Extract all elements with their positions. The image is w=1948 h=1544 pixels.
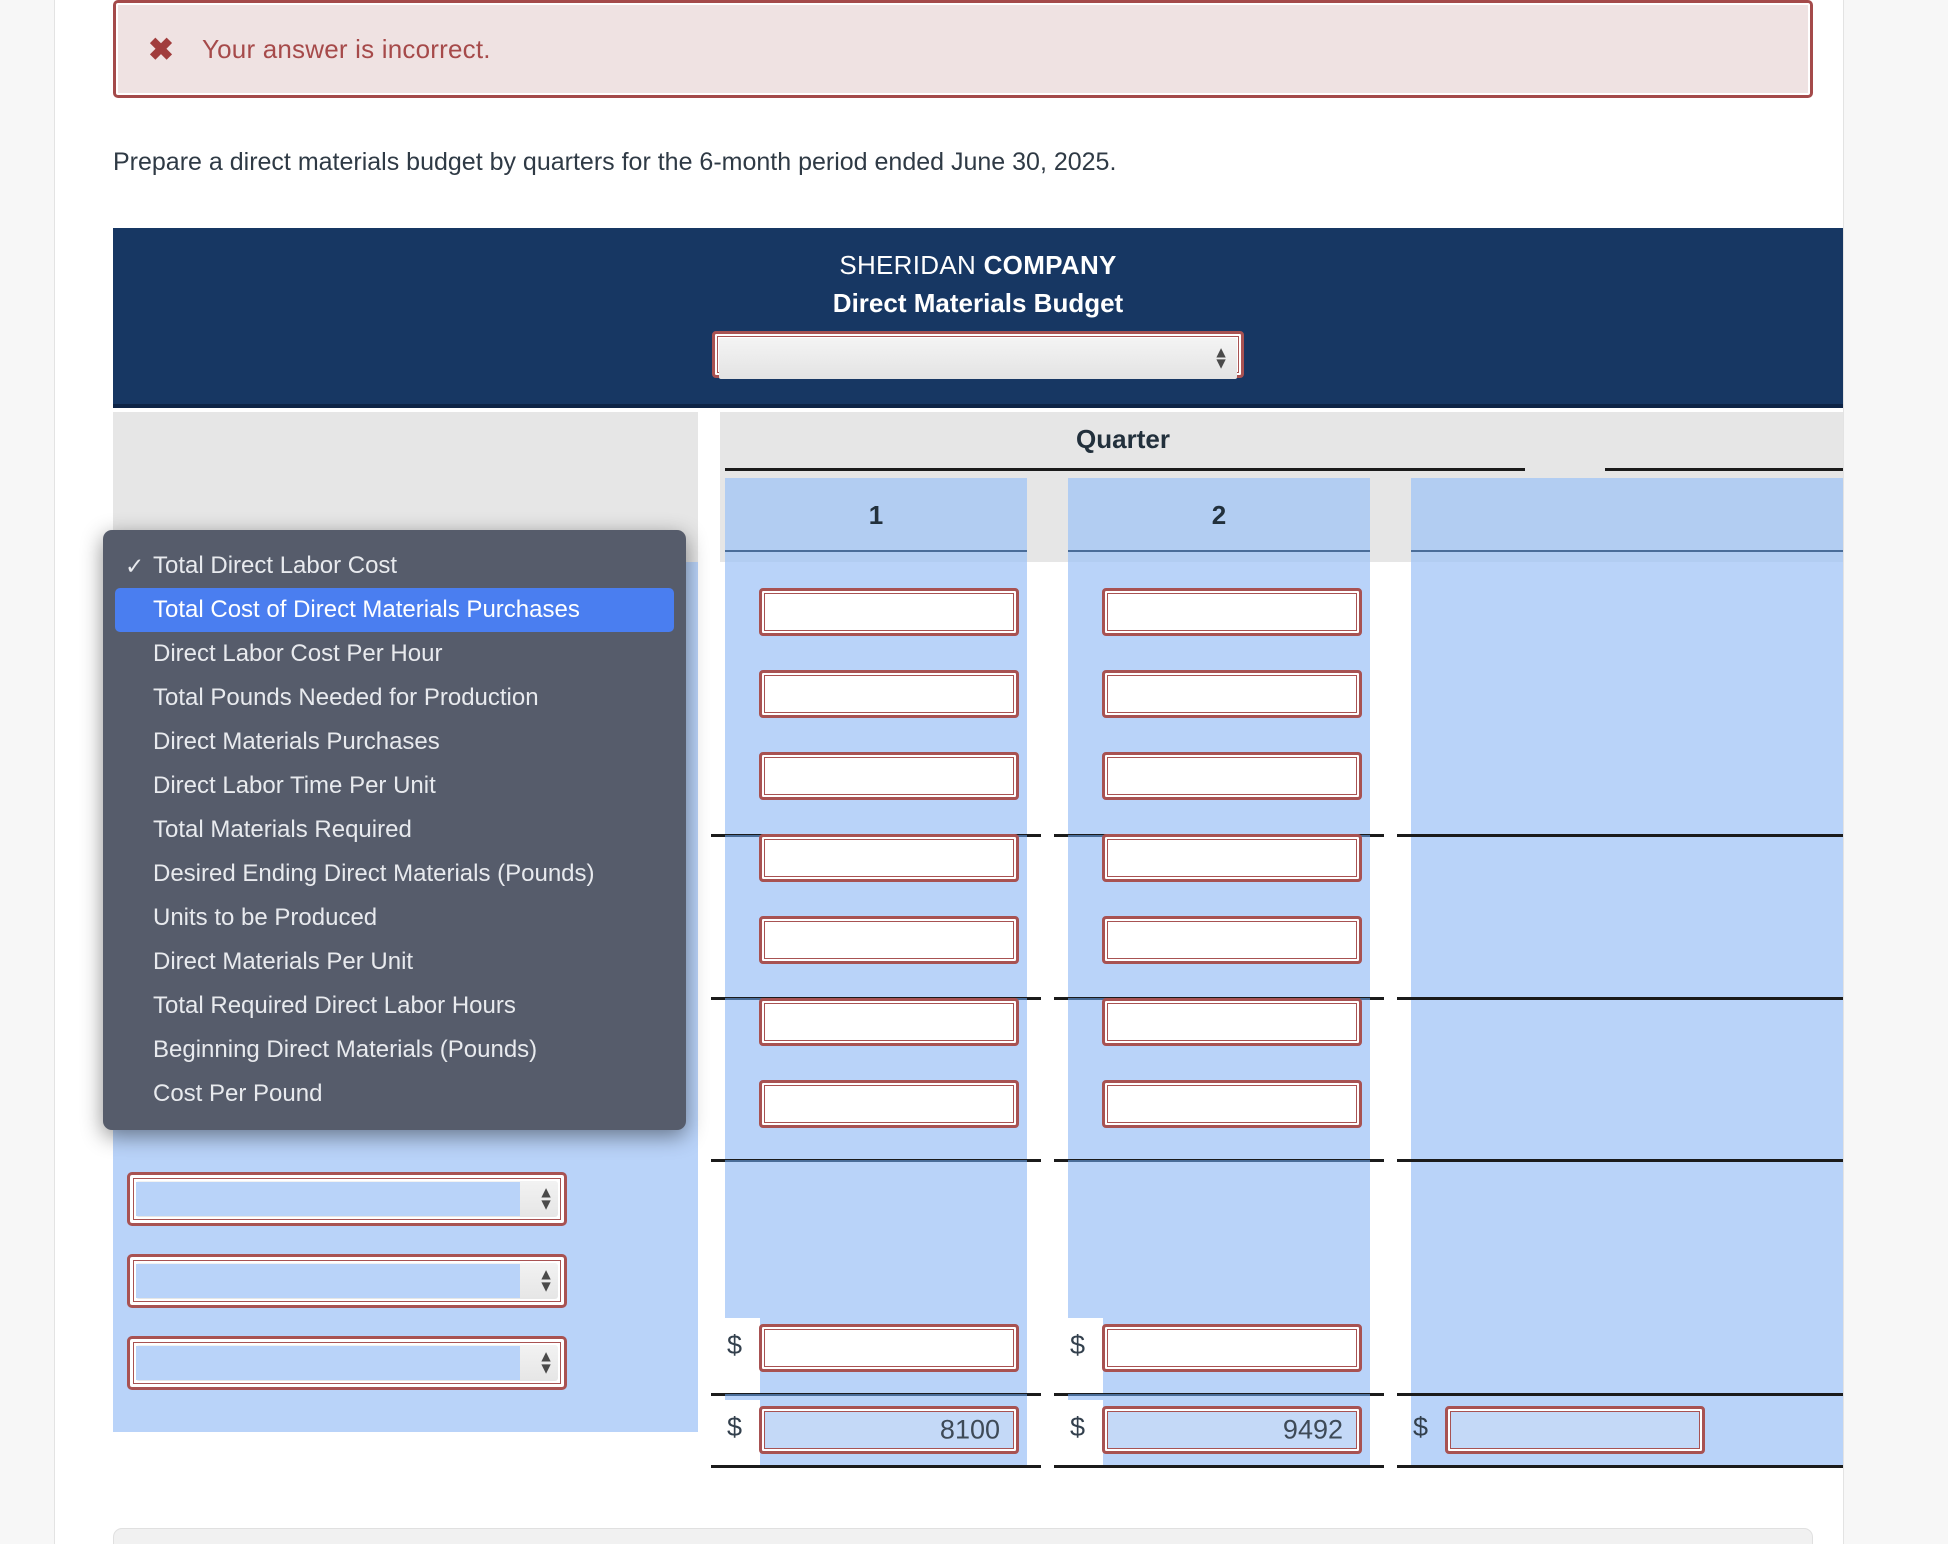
period-select-face: ▲ ▼ bbox=[719, 338, 1237, 379]
incorrect-answer-banner: ✖ Your answer is incorrect. bbox=[113, 0, 1813, 98]
dropdown-option-8[interactable]: Units to be Produced bbox=[103, 896, 686, 940]
q1-rule-3-soft bbox=[725, 1160, 1027, 1162]
q2-input-4[interactable] bbox=[1102, 834, 1362, 882]
dropdown-option-0[interactable]: Total Direct Labor Cost bbox=[103, 544, 686, 588]
q1-input-9[interactable]: 8100 bbox=[759, 1406, 1019, 1454]
q1-input-2[interactable] bbox=[759, 670, 1019, 718]
q2-rule-3-soft bbox=[1068, 1160, 1370, 1162]
dropdown-option-9[interactable]: Direct Materials Per Unit bbox=[103, 940, 686, 984]
dropdown-option-3[interactable]: Total Pounds Needed for Production bbox=[103, 676, 686, 720]
q3-input-9[interactable] bbox=[1445, 1406, 1705, 1454]
q3-rule-3 bbox=[1397, 1159, 1843, 1162]
period-select[interactable]: ▲ ▼ bbox=[712, 331, 1244, 379]
dropdown-option-5[interactable]: Direct Labor Time Per Unit bbox=[103, 764, 686, 808]
q3-column-background bbox=[1411, 562, 1843, 1468]
dropdown-option-4[interactable]: Direct Materials Purchases bbox=[103, 720, 686, 764]
dropdown-option-11[interactable]: Beginning Direct Materials (Pounds) bbox=[103, 1028, 686, 1072]
period-select-wrapper: ▲ ▼ bbox=[712, 331, 1244, 379]
q2-currency-symbol-8: $ bbox=[1070, 1330, 1086, 1360]
q3-rule-2 bbox=[1397, 997, 1843, 1000]
q2-input-5[interactable] bbox=[1102, 916, 1362, 964]
q2-input-7[interactable] bbox=[1102, 1080, 1362, 1128]
q2-input-6[interactable] bbox=[1102, 998, 1362, 1046]
q1-input-4[interactable] bbox=[759, 834, 1019, 882]
row-label-dropdown-menu[interactable]: Total Direct Labor Cost Total Cost of Di… bbox=[103, 530, 686, 1130]
q2-currency-symbol-9: $ bbox=[1070, 1412, 1086, 1442]
q2-input-9[interactable]: 9492 bbox=[1102, 1406, 1362, 1454]
dropdown-option-2[interactable]: Direct Labor Cost Per Hour bbox=[103, 632, 686, 676]
q1-total-rule bbox=[711, 1465, 1041, 1468]
column-header-q2-rule bbox=[1068, 550, 1370, 552]
q2-input-3[interactable] bbox=[1102, 752, 1362, 800]
q1-currency-symbol-9: $ bbox=[727, 1412, 743, 1442]
q1-input-1[interactable] bbox=[759, 588, 1019, 636]
dropdown-option-12[interactable]: Cost Per Pound bbox=[103, 1072, 686, 1116]
q1-input-7[interactable] bbox=[759, 1080, 1019, 1128]
dropdown-option-1[interactable]: Total Cost of Direct Materials Purchases bbox=[115, 588, 674, 632]
worksheet-header: SHERIDAN COMPANY Direct Materials Budget… bbox=[113, 228, 1843, 408]
q2-rule-4-soft bbox=[1068, 1394, 1370, 1396]
q1-rule-4-soft bbox=[725, 1394, 1027, 1396]
quarter-group-label: Quarter bbox=[1076, 424, 1170, 454]
company-suffix-text: COMPANY bbox=[983, 250, 1117, 280]
x-mark-icon: ✖ bbox=[148, 31, 174, 67]
page-root: ✖ Your answer is incorrect. Prepare a di… bbox=[0, 0, 1948, 1544]
worksheet-subtitle: Direct Materials Budget bbox=[832, 288, 1124, 318]
page-gutter-left bbox=[0, 0, 55, 1544]
column-header-q1-rule bbox=[725, 550, 1027, 552]
q1-input-8[interactable] bbox=[759, 1324, 1019, 1372]
row-label-select-8[interactable]: ▲ ▼ bbox=[127, 1254, 567, 1308]
quarter-group-rule bbox=[725, 468, 1525, 471]
q3-rule-4 bbox=[1397, 1393, 1843, 1396]
header-gap-1 bbox=[698, 412, 720, 562]
total-group-rule bbox=[1605, 468, 1843, 471]
row-label-select-9[interactable]: ▲ ▼ bbox=[127, 1336, 567, 1390]
company-name-text: SHERIDAN bbox=[839, 250, 977, 280]
chevron-updown-icon: ▲▼ bbox=[538, 1184, 554, 1213]
q2-input-8[interactable] bbox=[1102, 1324, 1362, 1372]
dropdown-option-6[interactable]: Total Materials Required bbox=[103, 808, 686, 852]
page-gutter-right bbox=[1843, 0, 1948, 1544]
q3-rule-1 bbox=[1397, 834, 1843, 837]
q3-total-rule bbox=[1397, 1465, 1843, 1468]
company-name: SHERIDAN COMPANY bbox=[113, 250, 1843, 281]
column-header-q3-rule bbox=[1411, 550, 1843, 552]
q1-input-3[interactable] bbox=[759, 752, 1019, 800]
q2-input-2[interactable] bbox=[1102, 670, 1362, 718]
q2-input-1[interactable] bbox=[1102, 588, 1362, 636]
bottom-panel-strip bbox=[113, 1528, 1813, 1544]
dropdown-option-10[interactable]: Total Required Direct Labor Hours bbox=[103, 984, 686, 1028]
row-label-select-7[interactable]: ▲ ▼ bbox=[127, 1172, 567, 1226]
chevron-updown-icon: ▲▼ bbox=[538, 1348, 554, 1377]
chevron-updown-icon: ▲▼ bbox=[538, 1266, 554, 1295]
q1-input-5[interactable] bbox=[759, 916, 1019, 964]
q1-currency-symbol-8: $ bbox=[727, 1330, 743, 1360]
q2-total-rule bbox=[1054, 1465, 1384, 1468]
dropdown-option-7[interactable]: Desired Ending Direct Materials (Pounds) bbox=[103, 852, 686, 896]
q1-input-6[interactable] bbox=[759, 998, 1019, 1046]
q3-currency-symbol-9: $ bbox=[1413, 1412, 1429, 1442]
feedback-message: Your answer is incorrect. bbox=[201, 33, 491, 64]
question-prompt: Prepare a direct materials budget by qua… bbox=[113, 148, 1117, 176]
chevron-updown-icon: ▲▼ bbox=[1213, 343, 1229, 373]
